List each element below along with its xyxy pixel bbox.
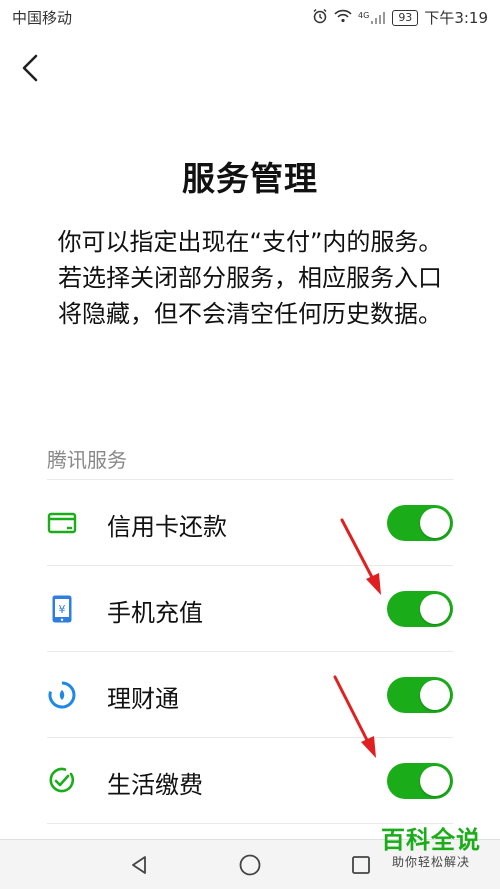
status-icons: 4G 93 下午3:19 [312, 7, 488, 28]
signal-icon: 4G [358, 11, 386, 25]
nav-back-button[interactable] [124, 850, 154, 880]
triangle-back-icon [132, 856, 146, 874]
toggle-licaitong[interactable] [387, 677, 453, 713]
carrier-name: 中国移动 [12, 9, 73, 27]
toggle-phone-topup[interactable] [387, 591, 453, 627]
network-type: 4G [358, 10, 370, 20]
toggle-credit-card[interactable] [387, 505, 453, 541]
service-label: 生活缴费 [107, 771, 203, 799]
battery-level: 93 [398, 11, 413, 24]
alarm-icon [312, 8, 328, 28]
watermark-title: 百科全说 [381, 826, 481, 854]
status-bar: 中国移动 4G 93 下午3:19 [0, 0, 500, 36]
chevron-left-icon [22, 54, 38, 82]
circle-home-icon [239, 854, 261, 876]
battery-icon: 93 [392, 9, 419, 26]
life-payment-icon [47, 766, 77, 796]
service-label: 理财通 [107, 685, 179, 713]
service-list: 信用卡还款 ¥ 手机充值 理财通 生活缴费 [47, 479, 453, 824]
page-description: 你可以指定出现在“支付”内的服务。若选择关闭部分服务，相应服务入口将隐藏，但不会… [57, 228, 443, 328]
toggle-knob [420, 680, 450, 710]
toggle-knob [420, 508, 450, 538]
licaitong-icon [47, 680, 77, 710]
back-button[interactable] [14, 52, 46, 84]
watermark: 百科全说 助你轻松解决 [372, 826, 490, 870]
clock: 下午3:19 [424, 9, 488, 27]
service-item-licaitong: 理财通 [47, 651, 453, 737]
watermark-subtitle: 助你轻松解决 [391, 855, 470, 869]
service-item-life-payment: 生活缴费 [47, 737, 453, 823]
service-label: 信用卡还款 [107, 513, 227, 541]
credit-card-icon [47, 508, 77, 538]
section-title: 腾讯服务 [47, 448, 127, 472]
service-label: 手机充值 [107, 599, 203, 627]
svg-text:¥: ¥ [59, 603, 66, 616]
toggle-knob [420, 594, 450, 624]
list-divider [47, 823, 453, 824]
toggle-knob [420, 766, 450, 796]
toggle-life-payment[interactable] [387, 763, 453, 799]
service-item-phone-topup: ¥ 手机充值 [47, 565, 453, 651]
nav-home-button[interactable] [235, 850, 265, 880]
wifi-icon [334, 9, 352, 27]
service-item-credit-card: 信用卡还款 [47, 479, 453, 565]
square-recents-icon [352, 856, 370, 874]
phone-topup-icon: ¥ [47, 594, 77, 624]
page-title: 服务管理 [182, 159, 318, 198]
